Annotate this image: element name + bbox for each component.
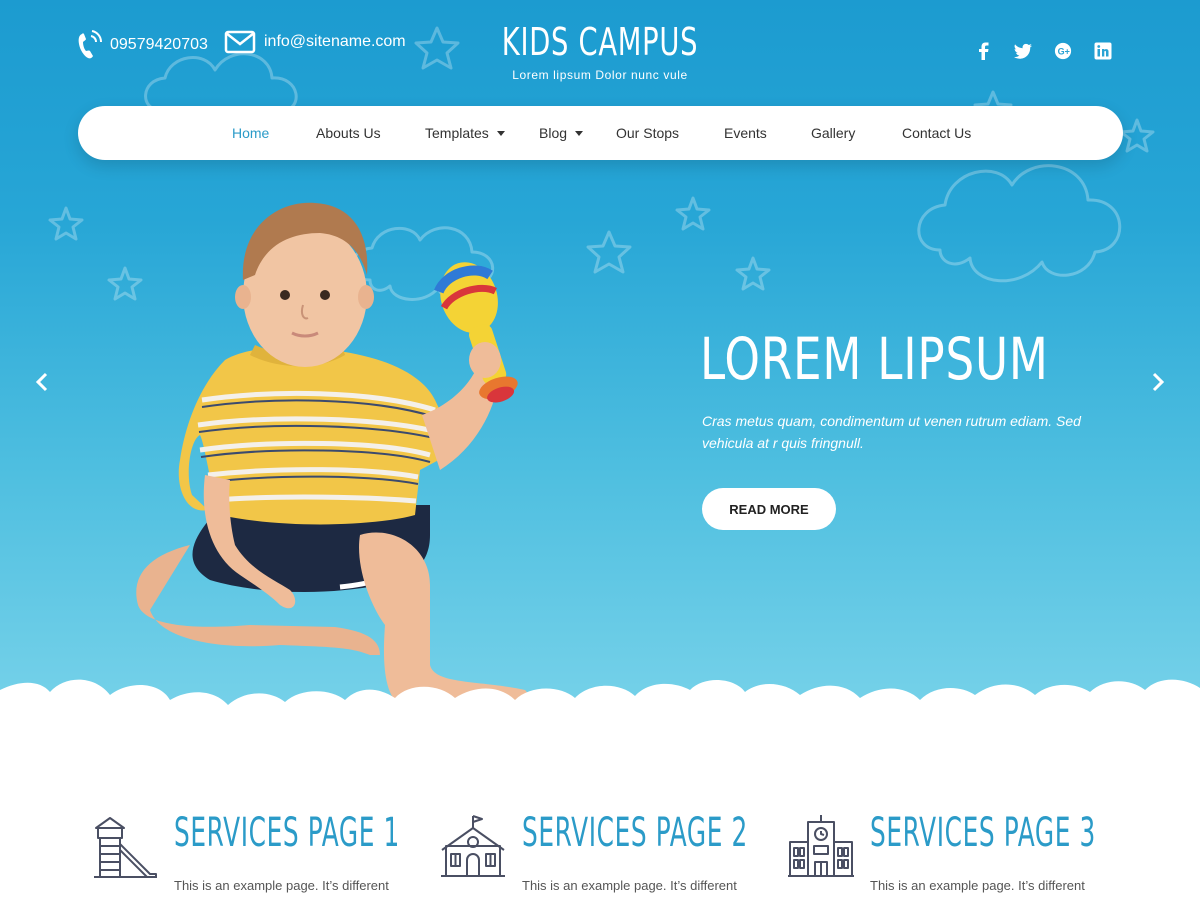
- social-links: G+: [974, 42, 1112, 60]
- nav-label: Our Stops: [616, 125, 680, 141]
- chevron-down-icon: [575, 130, 584, 136]
- school-house-icon: [441, 815, 505, 877]
- star-outline: [48, 206, 84, 241]
- service-description: This is an example page. It’s different: [522, 878, 737, 893]
- nav-label: Home: [232, 125, 270, 141]
- main-navigation: Home Abouts Us Templates Blog Our Stops …: [78, 106, 1123, 160]
- twitter-icon[interactable]: [1014, 42, 1032, 60]
- service-card[interactable]: SERVICES PAGE 2 This is an example page.…: [440, 800, 780, 900]
- slider-next-arrow[interactable]: [1146, 370, 1170, 394]
- nav-item-templates[interactable]: Templates: [425, 125, 505, 141]
- star-outline: [586, 230, 632, 274]
- service-title: SERVICES PAGE 1: [174, 810, 400, 856]
- star-outline: [675, 196, 711, 231]
- services-section: SERVICES PAGE 1 This is an example page.…: [0, 800, 1200, 900]
- envelope-icon: [224, 30, 256, 54]
- nav-label: Blog: [539, 125, 568, 141]
- site-tagline: Lorem lipsum Dolor nunc vule: [512, 68, 688, 82]
- cloud-outline: [917, 164, 1122, 283]
- nav-item-home[interactable]: Home: [232, 125, 269, 141]
- chevron-left-icon: [35, 372, 48, 392]
- service-title: SERVICES PAGE 3: [870, 810, 1096, 856]
- school-building-icon: [788, 815, 854, 877]
- read-more-button[interactable]: READ MORE: [702, 488, 836, 530]
- svg-text:G+: G+: [1058, 47, 1070, 57]
- nav-label: Contact Us: [902, 125, 972, 141]
- google-plus-icon[interactable]: G+: [1054, 42, 1072, 60]
- playground-slide-icon: [94, 817, 157, 878]
- star-outline: [735, 256, 771, 291]
- hero-slider: 09579420703 info@sitename.com KIDS CAMPU…: [0, 0, 1200, 730]
- phone-contact[interactable]: 09579420703: [76, 30, 208, 60]
- service-card[interactable]: SERVICES PAGE 3 This is an example page.…: [788, 800, 1128, 900]
- nav-label: Events: [724, 125, 767, 141]
- nav-label: Templates: [425, 125, 489, 141]
- nav-label: Gallery: [811, 125, 856, 141]
- nav-item-our-stops[interactable]: Our Stops: [616, 125, 679, 141]
- service-description: This is an example page. It’s different: [174, 878, 389, 893]
- email-contact[interactable]: info@sitename.com: [224, 30, 406, 54]
- nav-label: Abouts Us: [316, 125, 381, 141]
- star-outline: [1119, 118, 1155, 153]
- nav-item-abouts-us[interactable]: Abouts Us: [316, 125, 381, 141]
- slide-title: LOREM LIPSUM: [700, 325, 1049, 393]
- linkedin-icon[interactable]: [1094, 42, 1112, 60]
- hero-child-image: [136, 202, 530, 722]
- nav-item-gallery[interactable]: Gallery: [811, 125, 855, 141]
- chevron-right-icon: [1152, 372, 1165, 392]
- service-card[interactable]: SERVICES PAGE 1 This is an example page.…: [92, 800, 432, 900]
- slide-description: Cras metus quam, condimentum ut venen ru…: [702, 413, 1081, 451]
- phone-number: 09579420703: [110, 36, 208, 53]
- facebook-icon[interactable]: [974, 42, 992, 60]
- site-brand[interactable]: KIDS CAMPUS Lorem lipsum Dolor nunc vule: [450, 18, 750, 82]
- nav-item-events[interactable]: Events: [724, 125, 767, 141]
- phone-icon: [78, 30, 102, 59]
- service-description: This is an example page. It’s different: [870, 878, 1085, 893]
- slider-prev-arrow[interactable]: [30, 370, 54, 394]
- site-title: KIDS CAMPUS: [501, 20, 699, 64]
- nav-item-blog[interactable]: Blog: [539, 125, 584, 141]
- chevron-down-icon: [496, 130, 505, 136]
- nav-item-contact-us[interactable]: Contact Us: [902, 125, 971, 141]
- email-address: info@sitename.com: [264, 33, 406, 50]
- cloud-divider: [0, 679, 1200, 730]
- service-title: SERVICES PAGE 2: [522, 810, 748, 856]
